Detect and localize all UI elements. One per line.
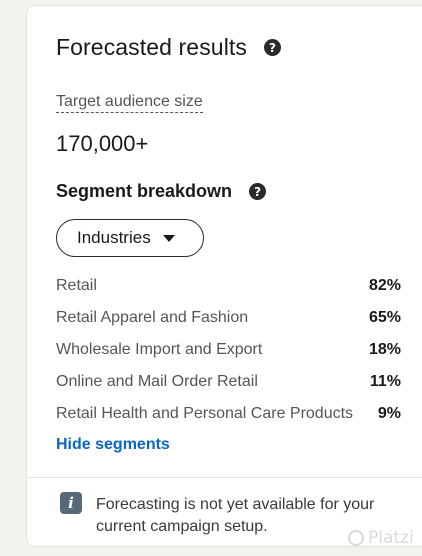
audience-size-value: 170,000+ — [56, 131, 149, 156]
forecast-title: Forecasted results — [56, 34, 247, 60]
segment-list: Retail 82% Retail Apparel and Fashion 65… — [56, 270, 401, 430]
platzi-logo-icon — [348, 530, 364, 546]
hide-segments-link[interactable]: Hide segments — [56, 436, 170, 454]
segment-row: Retail Health and Personal Care Products… — [56, 398, 401, 430]
forecast-card: Forecasted results ? Target audience siz… — [27, 6, 422, 546]
segment-name: Wholesale Import and Export — [56, 341, 263, 358]
segment-name: Retail Apparel and Fashion — [56, 309, 249, 326]
segment-percent: 11% — [369, 373, 401, 390]
divider — [27, 477, 422, 478]
forecast-header: Forecasted results ? — [56, 34, 281, 61]
segment-row: Retail Apparel and Fashion 65% — [56, 302, 401, 334]
audience-size-label[interactable]: Target audience size — [56, 93, 203, 113]
platzi-watermark: Platzi — [348, 528, 414, 548]
segment-percent: 18% — [368, 341, 401, 358]
caret-down-icon — [162, 234, 175, 242]
segment-header: Segment breakdown ? — [56, 181, 267, 202]
question-circle-icon[interactable]: ? — [249, 183, 267, 200]
segment-row: Retail 82% — [56, 270, 401, 302]
segment-row: Wholesale Import and Export 18% — [56, 334, 401, 366]
dropdown-selected-value: Industries — [77, 228, 151, 247]
segment-name: Online and Mail Order Retail — [56, 373, 258, 390]
segment-name: Retail Health and Personal Care Products — [56, 405, 354, 422]
segment-breakdown-title: Segment breakdown — [56, 181, 233, 201]
watermark-text: Platzi — [368, 528, 414, 548]
segment-percent: 9% — [377, 405, 401, 422]
info-icon: i — [60, 492, 82, 514]
segment-name: Retail — [56, 277, 97, 294]
segment-row: Online and Mail Order Retail 11% — [56, 366, 401, 398]
segment-percent: 65% — [368, 309, 401, 326]
segment-type-dropdown[interactable]: Industries — [56, 219, 204, 257]
question-circle-icon[interactable]: ? — [264, 39, 281, 56]
segment-percent: 82% — [368, 277, 401, 294]
